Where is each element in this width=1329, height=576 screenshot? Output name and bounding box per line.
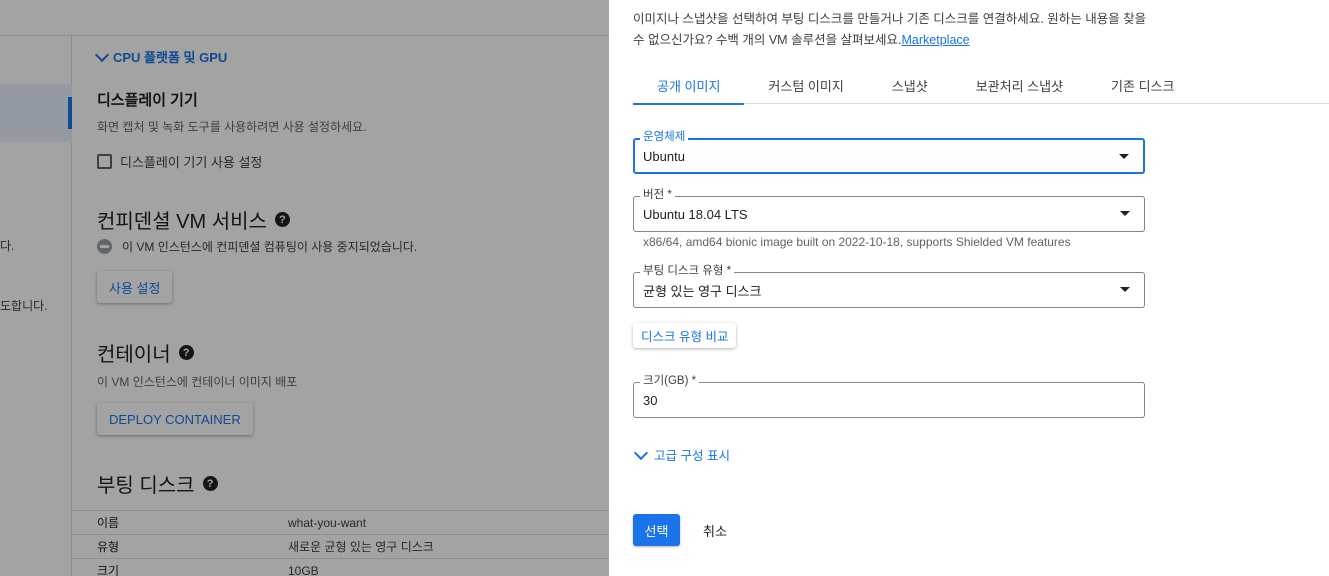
size-gb-label: 크기(GB) *	[640, 374, 700, 388]
boot-disk-type-select[interactable]: 부팅 디스크 유형 * 균형 있는 영구 디스크	[633, 264, 1145, 308]
tab-snapshots[interactable]: 스냅샷	[868, 66, 952, 104]
compare-disk-types-button[interactable]: 디스크 유형 비교	[633, 323, 737, 348]
dropdown-arrow-icon	[1120, 211, 1130, 216]
dropdown-arrow-icon	[1120, 287, 1130, 292]
marketplace-link[interactable]: Marketplace	[902, 33, 970, 47]
os-select-label: 운영체제	[640, 130, 689, 144]
boot-disk-type-value: 균형 있는 영구 디스크	[643, 283, 762, 299]
version-select[interactable]: 버전 * Ubuntu 18.04 LTS	[633, 188, 1145, 232]
version-select-label: 버전 *	[640, 188, 675, 202]
chevron-down-icon	[633, 445, 649, 460]
modal-scrim[interactable]	[0, 0, 609, 576]
tab-custom-images[interactable]: 커스텀 이미지	[744, 66, 867, 104]
size-gb-value: 30	[643, 392, 658, 408]
image-source-tabs: 공개 이미지 커스텀 이미지 스냅샷 보관처리 스냅샷 기존 디스크	[633, 66, 1329, 105]
panel-intro: 이미지나 스냅샷을 선택하여 부팅 디스크를 만들거나 기존 디스크를 연결하세…	[633, 9, 1153, 51]
size-gb-input[interactable]: 크기(GB) * 30	[633, 374, 1145, 418]
os-select-value: Ubuntu	[643, 148, 685, 164]
boot-disk-type-label: 부팅 디스크 유형 *	[640, 264, 735, 278]
version-hint: x86/64, amd64 bionic image built on 2022…	[643, 235, 1071, 249]
panel-intro-text: 이미지나 스냅샷을 선택하여 부팅 디스크를 만들거나 기존 디스크를 연결하세…	[633, 12, 1147, 47]
version-select-value: Ubuntu 18.04 LTS	[643, 206, 748, 222]
show-advanced-config-label: 고급 구성 표시	[654, 449, 730, 463]
tab-existing-disks[interactable]: 기존 디스크	[1087, 66, 1198, 104]
boot-disk-side-panel: 이미지나 스냅샷을 선택하여 부팅 디스크를 만들거나 기존 디스크를 연결하세…	[609, 0, 1329, 576]
select-button[interactable]: 선택	[633, 514, 680, 546]
dropdown-arrow-icon	[1119, 154, 1129, 159]
tab-public-images[interactable]: 공개 이미지	[633, 66, 745, 105]
os-select[interactable]: 운영체제 Ubuntu	[633, 130, 1145, 174]
show-advanced-config-link[interactable]: 고급 구성 표시	[633, 445, 730, 464]
tab-archive-snapshots[interactable]: 보관처리 스냅샷	[952, 66, 1087, 104]
cancel-button[interactable]: 취소	[692, 514, 738, 546]
